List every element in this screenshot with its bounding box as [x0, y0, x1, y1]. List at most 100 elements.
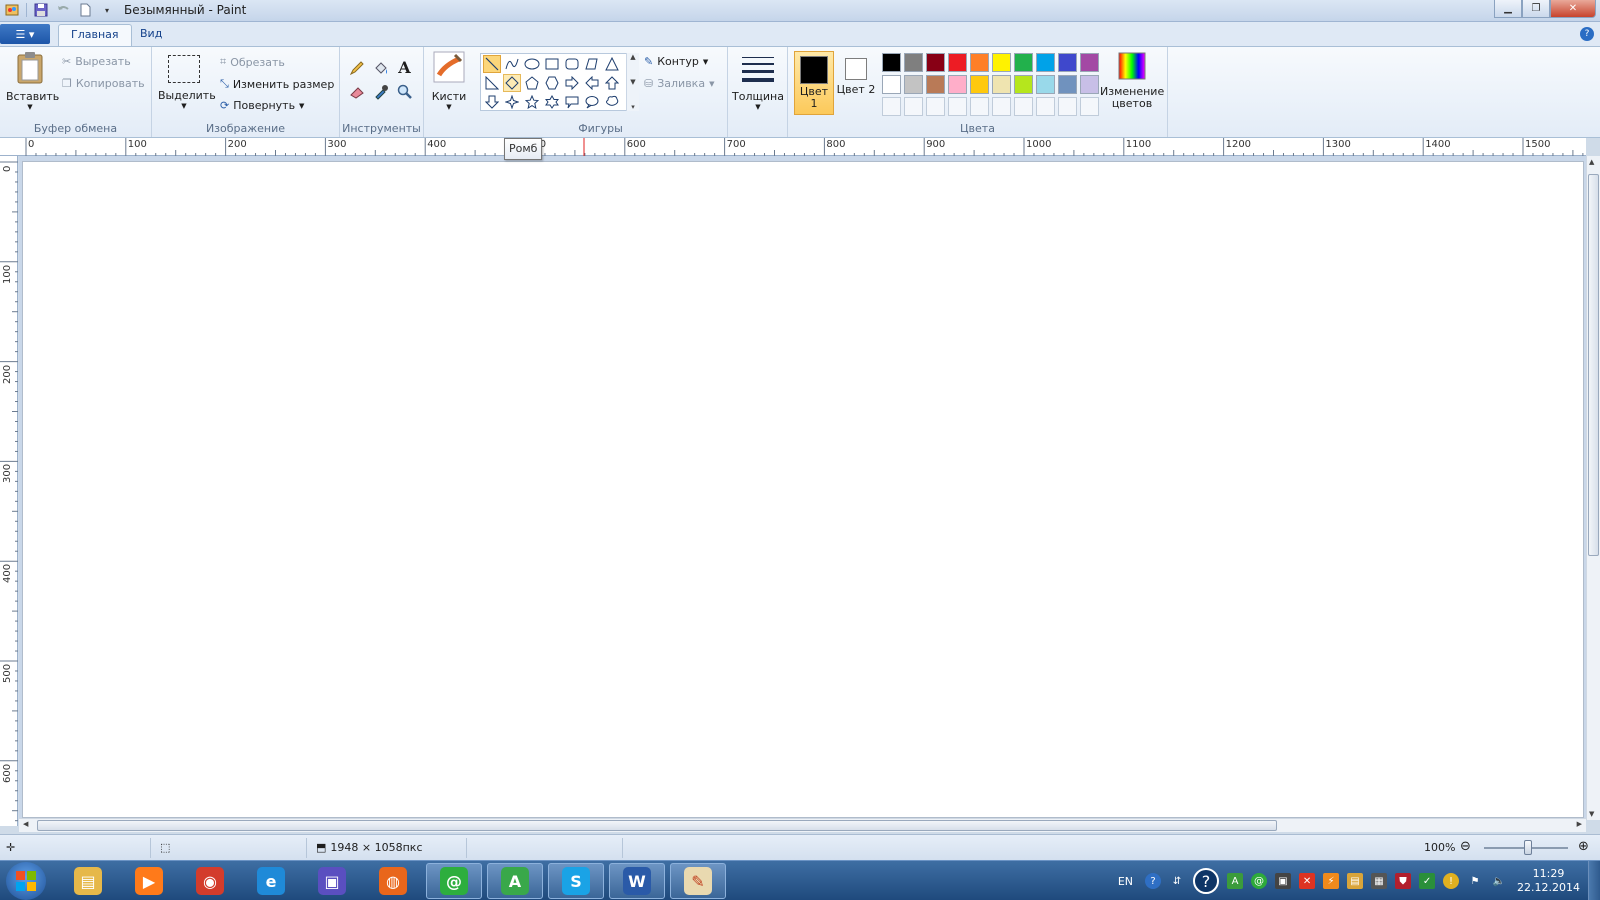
oval-callout-shape-icon[interactable] [583, 93, 601, 111]
palette-color-swatch[interactable] [1080, 75, 1099, 94]
custom-color-slot[interactable] [904, 97, 923, 116]
network-agent-icon[interactable]: A [1227, 873, 1244, 889]
app-menu-button[interactable]: ☰ ▾ [0, 24, 50, 44]
palette-color-swatch[interactable] [1036, 75, 1055, 94]
palette-color-swatch[interactable] [948, 75, 967, 94]
curve-shape-icon[interactable] [503, 55, 521, 73]
taskbar-app-button[interactable]: ▤ [60, 863, 116, 899]
custom-color-slot[interactable] [1058, 97, 1077, 116]
help-icon[interactable]: ? [1580, 27, 1594, 41]
undo-icon[interactable] [55, 2, 71, 18]
cut-button[interactable]: ✂ Вырезать [62, 55, 131, 68]
line-shape-icon[interactable] [483, 55, 501, 73]
rounded-rectangle-shape-icon[interactable] [563, 55, 581, 73]
hexagon-shape-icon[interactable] [543, 74, 561, 92]
oval-shape-icon[interactable] [523, 55, 541, 73]
new-file-icon[interactable] [77, 2, 93, 18]
down-arrow-shape-icon[interactable] [483, 93, 501, 111]
notification-icon[interactable]: ! [1443, 873, 1460, 889]
outline-button[interactable]: ✎ Контур ▼ [644, 55, 708, 68]
antivirus-icon[interactable]: ✕ [1299, 873, 1316, 889]
custom-color-slot[interactable] [1014, 97, 1033, 116]
taskbar-app-button[interactable]: W [609, 863, 665, 899]
palette-color-swatch[interactable] [970, 75, 989, 94]
triangle-shape-icon[interactable] [603, 55, 621, 73]
resize-button[interactable]: ⤡ Изменить размер [220, 77, 334, 91]
sync-icon[interactable]: ✓ [1419, 873, 1436, 889]
clock[interactable]: 11:29 22.12.2014 [1517, 867, 1580, 895]
palette-color-swatch[interactable] [970, 53, 989, 72]
five-point-star-shape-icon[interactable] [523, 93, 541, 111]
mail-agent-tray-icon[interactable]: @ [1251, 873, 1268, 889]
expand-gallery-icon[interactable]: ▾ [631, 103, 635, 111]
crop-button[interactable]: ⌗ Обрезать [220, 55, 285, 69]
taskbar-app-button[interactable]: A [487, 863, 543, 899]
diamond-shape-icon[interactable] [503, 74, 521, 92]
palette-color-swatch[interactable] [904, 75, 923, 94]
action-center-flag-icon[interactable]: ⚑ [1467, 873, 1483, 889]
shapes-gallery-scroll[interactable]: ▲ ▼ ▾ [626, 53, 639, 111]
palette-color-swatch[interactable] [882, 53, 901, 72]
tab-view[interactable]: Вид [128, 24, 174, 46]
custom-color-slot[interactable] [882, 97, 901, 116]
updates-icon[interactable]: ⚡ [1323, 873, 1340, 889]
drawing-canvas[interactable] [22, 161, 1584, 818]
paste-button[interactable]: Вставить ▼ [6, 51, 59, 111]
custom-color-slot[interactable] [970, 97, 989, 116]
language-bar-icon[interactable]: ⇵ [1169, 873, 1185, 889]
palette-color-swatch[interactable] [1080, 53, 1099, 72]
customize-qat-icon[interactable]: ▾ [99, 2, 115, 18]
brushes-button[interactable]: Кисти ▼ [428, 51, 470, 111]
shield-icon[interactable]: ⛊ [1395, 873, 1412, 889]
rectangle-shape-icon[interactable] [543, 55, 561, 73]
zoom-slider-thumb[interactable] [1524, 840, 1532, 855]
minimize-button[interactable]: ▁ [1494, 0, 1522, 18]
palette-color-swatch[interactable] [1014, 53, 1033, 72]
rotate-button[interactable]: ⟳ Повернуть ▼ [220, 99, 304, 112]
zoom-out-icon[interactable]: ⊖ [1460, 839, 1471, 854]
taskbar-app-button[interactable]: ▣ [304, 863, 360, 899]
chevron-down-icon[interactable]: ▼ [630, 78, 635, 86]
help-center-icon[interactable]: ? [1193, 868, 1220, 894]
right-arrow-shape-icon[interactable] [563, 74, 581, 92]
palette-color-swatch[interactable] [882, 75, 901, 94]
custom-color-slot[interactable] [992, 97, 1011, 116]
taskbar-app-button[interactable]: ◍ [365, 863, 421, 899]
fill-button[interactable]: ⛁ Заливка ▼ [644, 77, 714, 90]
color-picker-icon[interactable] [370, 81, 391, 102]
eraser-icon[interactable] [346, 81, 367, 102]
taskbar-app-button[interactable]: ✎ [670, 863, 726, 899]
chevron-up-icon[interactable]: ▲ [630, 53, 635, 61]
cloud-callout-shape-icon[interactable] [603, 93, 621, 111]
select-button[interactable]: Выделить ▼ [158, 51, 216, 110]
scroll-right-icon[interactable]: ▶ [1577, 820, 1582, 828]
text-tool-icon[interactable]: A [394, 57, 415, 78]
device-icon[interactable]: ▦ [1371, 873, 1388, 889]
polygon-shape-icon[interactable] [583, 55, 601, 73]
help-tray-icon[interactable]: ? [1145, 873, 1162, 889]
color1-button[interactable]: Цвет 1 [794, 51, 834, 115]
four-point-star-shape-icon[interactable] [503, 93, 521, 111]
scroll-up-icon[interactable]: ▲ [1589, 158, 1594, 166]
scroll-down-icon[interactable]: ▼ [1589, 810, 1594, 818]
horizontal-scroll-thumb[interactable] [37, 820, 1277, 831]
save-icon[interactable] [33, 2, 49, 18]
pentagon-shape-icon[interactable] [523, 74, 541, 92]
palette-color-swatch[interactable] [1058, 53, 1077, 72]
taskbar-app-button[interactable]: e [243, 863, 299, 899]
palette-color-swatch[interactable] [926, 75, 945, 94]
palette-color-swatch[interactable] [926, 53, 945, 72]
scroll-left-icon[interactable]: ◀ [23, 820, 28, 828]
vertical-scrollbar[interactable]: ▲ ▼ [1586, 156, 1600, 820]
magnifier-icon[interactable] [394, 81, 415, 102]
vertical-scroll-thumb[interactable] [1588, 174, 1599, 556]
show-desktop-button[interactable] [1588, 861, 1600, 900]
paint-app-icon[interactable] [4, 2, 20, 18]
size-button[interactable]: Толщина ▼ [730, 51, 786, 111]
custom-color-slot[interactable] [926, 97, 945, 116]
palette-color-swatch[interactable] [1058, 75, 1077, 94]
up-arrow-shape-icon[interactable] [603, 74, 621, 92]
taskbar-app-button[interactable]: @ [426, 863, 482, 899]
start-button[interactable] [6, 862, 46, 900]
copy-button[interactable]: ❐ Копировать [62, 77, 145, 90]
